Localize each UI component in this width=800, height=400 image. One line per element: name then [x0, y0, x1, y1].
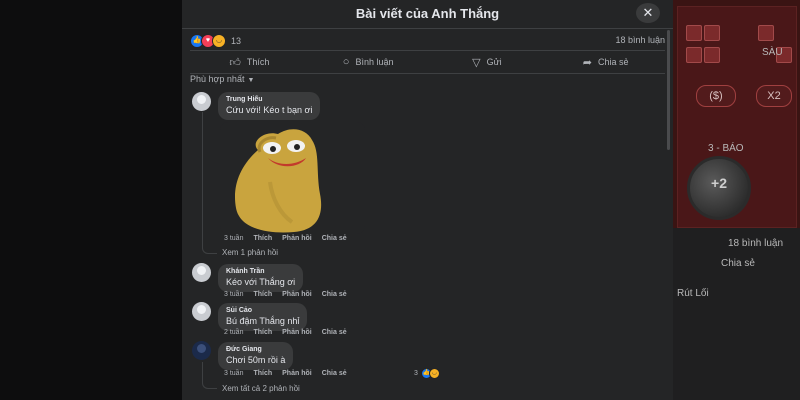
background-game-screen: SÀU ($) X2 3 - BÁO +2 18 bình luận Chia … [673, 0, 800, 400]
like-outline-icon: 👍︎ [229, 56, 241, 69]
comment-text: Bú đậm Thắng nhỉ [226, 316, 300, 326]
avatar[interactable] [192, 302, 211, 321]
page-backdrop-left [0, 0, 182, 400]
comment-time[interactable]: 3 tuần [224, 370, 243, 377]
avatar[interactable] [192, 92, 211, 111]
share-button-label: Chia sẻ [597, 57, 629, 67]
comment-like-link[interactable]: Thích [253, 370, 272, 377]
comment-icon: ○ [342, 56, 350, 68]
comment-like-link[interactable]: Thích [253, 235, 272, 242]
view-all-replies-link[interactable]: Xem tất cả 2 phản hồi [222, 384, 300, 393]
comment-meta: 3 tuần Thích Phản hồi Chia sẻ [224, 291, 347, 298]
comment-bubble: Đức Giang Chơi 50m rồi à [218, 342, 294, 370]
comment-bubble: Khánh Trần Kéo với Thắng ơi [218, 264, 304, 292]
comment-meta: 3 tuần Thích Phản hồi Chia sẻ [224, 235, 347, 242]
haha-icon: ◡ [212, 34, 226, 48]
avatar[interactable] [192, 341, 211, 360]
comment-reply-link[interactable]: Phản hồi [282, 235, 312, 242]
comment-count-link[interactable]: 18 bình luận [615, 35, 665, 45]
haha-icon: ◡ [428, 368, 440, 379]
comment-bubble: Sủi Cảo Bú đậm Thắng nhỉ [218, 303, 308, 331]
comment-reaction-summary[interactable]: 3 👍 ◡ [414, 368, 440, 379]
comment-like-link[interactable]: Thích [253, 329, 272, 336]
background-coin-button: ($) [696, 85, 736, 107]
comment-reply-link[interactable]: Phản hồi [282, 370, 312, 377]
comment-time[interactable]: 3 tuần [224, 235, 243, 242]
background-chip: +2 [687, 156, 751, 220]
reaction-count: 13 [231, 36, 242, 46]
comment-time[interactable]: 2 tuần [224, 329, 243, 336]
modal-scrollbar[interactable] [667, 30, 670, 150]
modal-title: Bài viết của Anh Thắng [355, 6, 500, 21]
chevron-down-icon: ▼ [247, 77, 255, 84]
comment-author[interactable]: Sủi Cảo [226, 307, 299, 314]
background-share-label: Chia sẻ [721, 258, 755, 269]
comment-time[interactable]: 3 tuần [224, 291, 243, 298]
dice-icon [686, 25, 702, 41]
dice-icon [704, 25, 720, 41]
dice-icon [758, 25, 774, 41]
thread-line [202, 112, 217, 254]
close-icon: ✕ [642, 5, 654, 20]
background-x2-button: X2 [756, 85, 792, 107]
comment-meta: 3 tuần Thích Phản hồi Chia sẻ [224, 370, 347, 377]
comment-author[interactable]: Khánh Trần [226, 268, 295, 275]
dice-icon [704, 47, 720, 63]
sticker-image[interactable] [220, 122, 365, 234]
comment-like-link[interactable]: Thích [253, 291, 272, 298]
modal-header: Bài viết của Anh Thắng ✕ [182, 0, 673, 29]
comment-text: Chơi 50m rồi à [226, 355, 286, 365]
comment-button[interactable]: ○ Bình luận [309, 51, 428, 73]
view-replies-link[interactable]: Xem 1 phản hồi [222, 248, 278, 257]
comment-share-link[interactable]: Chia sẻ [322, 235, 347, 242]
comment-reply-link[interactable]: Phản hồi [282, 291, 312, 298]
comment-text: Kéo với Thắng ơi [226, 277, 296, 287]
send-button-label: Gửi [486, 57, 502, 67]
share-button[interactable]: ➦ Chia sẻ [546, 51, 665, 73]
avatar[interactable] [192, 263, 211, 282]
comment-meta: 2 tuần Thích Phản hồi Chia sẻ [224, 329, 347, 336]
comment-reaction-count: 3 [414, 370, 418, 377]
comment-share-link[interactable]: Chia sẻ [322, 291, 347, 298]
background-label-top: SÀU [762, 47, 783, 58]
comment-text: Cứu với! Kéo t bạn ơi [226, 105, 313, 115]
dice-icon [686, 47, 702, 63]
background-comment-count: 18 bình luận [728, 238, 784, 249]
comment-reply-link[interactable]: Phản hồi [282, 329, 312, 336]
potato-sticker-icon [234, 129, 322, 233]
reaction-summary[interactable]: 👍 ♥ ◡ 13 [190, 33, 241, 49]
comment-bubble: Trung Hiếu Cứu với! Kéo t bạn ơi [218, 92, 321, 120]
comment-button-label: Bình luận [355, 57, 394, 67]
share-icon: ➦ [582, 56, 592, 69]
comment-share-link[interactable]: Chia sẻ [322, 329, 347, 336]
comment-share-link[interactable]: Chia sẻ [322, 370, 347, 377]
close-button[interactable]: ✕ [636, 3, 660, 23]
comment-author[interactable]: Trung Hiếu [226, 96, 312, 103]
background-reply-label: Rút Lối [677, 288, 709, 299]
like-button-label: Thích [246, 57, 270, 67]
background-label-mid: 3 - BÁO [708, 143, 744, 154]
send-button[interactable]: ▽ Gửi [428, 51, 547, 73]
send-icon: ▽ [472, 56, 481, 69]
sort-label: Phù hợp nhất [190, 74, 245, 84]
post-action-bar: 👍︎ Thích ○ Bình luận ▽ Gửi ➦ Chia sẻ [190, 50, 665, 74]
like-button[interactable]: 👍︎ Thích [190, 51, 309, 73]
thread-line [202, 362, 217, 389]
comment-sort-dropdown[interactable]: Phù hợp nhất ▼ [190, 74, 254, 84]
background-post-area: 18 bình luận Chia sẻ Rút Lối [673, 228, 800, 400]
comment-author[interactable]: Đức Giang [226, 346, 285, 353]
